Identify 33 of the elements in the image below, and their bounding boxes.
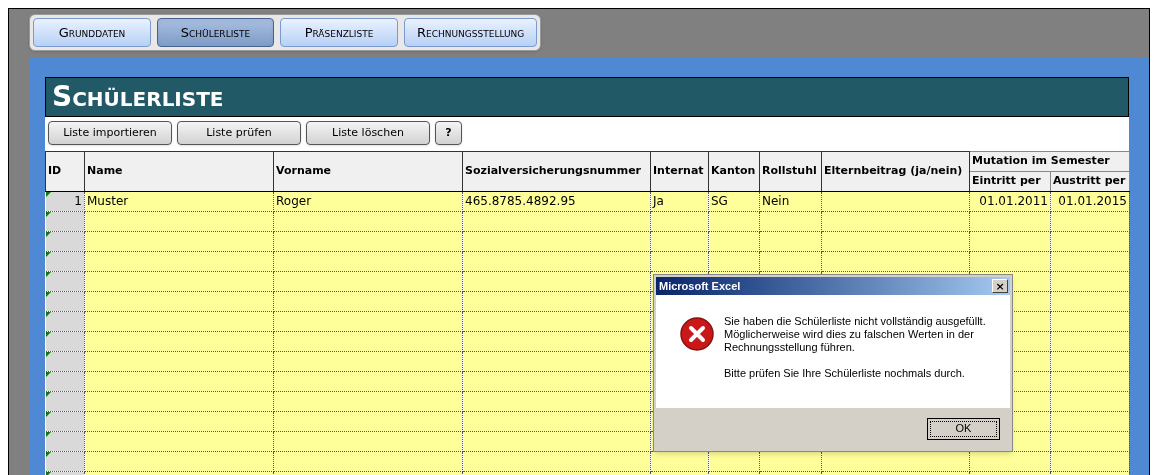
dialog-message: Sie haben die Schülerliste nicht vollständig ausgefüllt. Möglicherweise wird dies zu falschen Werten in der Rechnungsstellung führen.	[724, 315, 987, 354]
error-icon	[680, 317, 714, 351]
tab[interactable]: Schülerliste	[157, 18, 274, 47]
table-cell: 01.01.2015	[1058, 194, 1127, 208]
ok-button[interactable]: OK	[927, 417, 1000, 440]
column-header: ID	[45, 151, 85, 192]
column-group-header: Mutation im Semester	[969, 151, 1130, 172]
column-header: Vorname	[273, 151, 463, 192]
close-button[interactable]: ×	[992, 279, 1008, 293]
dialog-hint: Bitte prüfen Sie Ihre Schülerliste nochmals durch.	[724, 367, 966, 380]
column-header: Rollstuhl	[759, 151, 822, 192]
column-header: Kanton	[708, 151, 760, 192]
tab[interactable]: Grunddaten	[33, 18, 151, 47]
table-cell: 01.01.2011	[979, 194, 1048, 208]
table-cell: Muster	[87, 194, 129, 208]
table-cell: 1	[74, 194, 82, 208]
sheet-button[interactable]: Liste löschen	[306, 121, 430, 145]
column-header: Sozialversicherungsnummer	[462, 151, 651, 192]
tab[interactable]: Rechnungsstellung	[404, 18, 538, 47]
dialog-title: Microsoft Excel	[659, 278, 741, 294]
sheet-button[interactable]: ?	[435, 121, 462, 145]
table-cell: Roger	[276, 194, 312, 208]
sheet-button[interactable]: Liste prüfen	[177, 121, 301, 145]
column-header: Name	[84, 151, 274, 192]
column-header: Elternbeitrag (ja/nein)	[821, 151, 970, 192]
table-cell: 465.8785.4892.95	[465, 194, 576, 208]
table-cell: Nein	[762, 194, 790, 208]
tab[interactable]: Präsenzliste	[280, 18, 398, 47]
table-cell: SG	[711, 194, 728, 208]
column-header: Internat	[650, 151, 709, 192]
table-cell: Ja	[653, 194, 664, 208]
sheet-title: Schülerliste	[45, 77, 1129, 117]
sheet-button[interactable]: Liste importieren	[48, 121, 172, 145]
